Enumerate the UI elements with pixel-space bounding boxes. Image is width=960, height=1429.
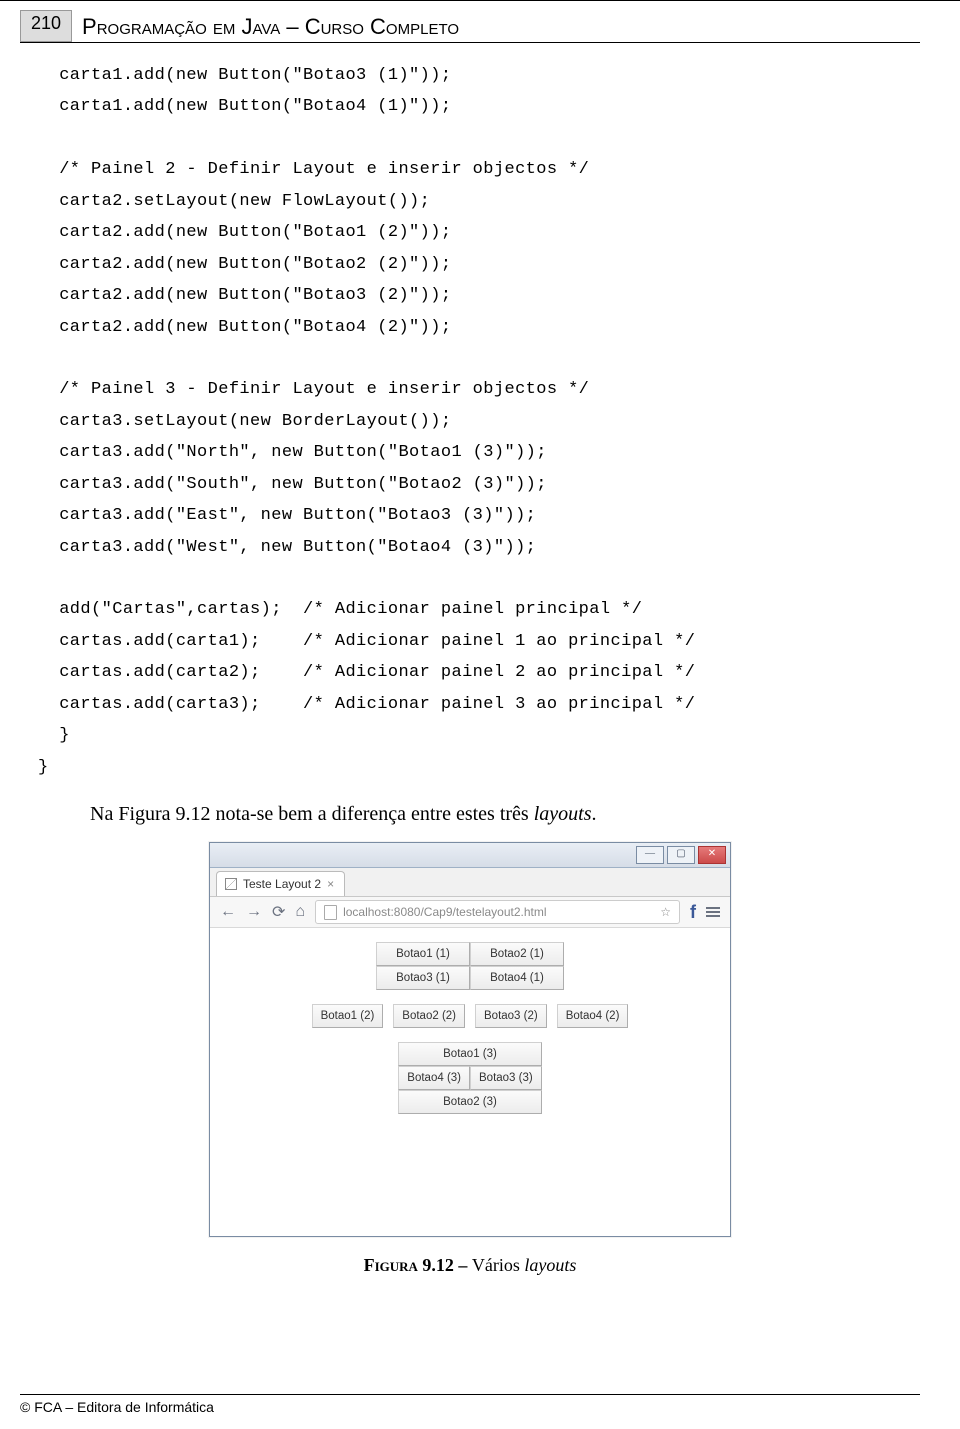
panel2-button[interactable]: Botao3 (2) (475, 1004, 547, 1028)
panel1-button[interactable]: Botao4 (1) (470, 966, 564, 990)
panel1-button[interactable]: Botao3 (1) (376, 966, 470, 990)
page-number: 210 (20, 10, 72, 42)
nav-forward-icon[interactable]: → (246, 903, 262, 921)
figure-caption: Figura 9.12 – Vários layouts (20, 1255, 920, 1276)
caption-italic: layouts (524, 1255, 576, 1275)
panel-3-border: Botao1 (3) Botao4 (3) Botao3 (3) Botao2 … (398, 1042, 541, 1114)
menu-icon[interactable] (706, 907, 720, 917)
nav-back-icon[interactable]: ← (220, 903, 236, 921)
panel3-east-button[interactable]: Botao3 (3) (470, 1066, 542, 1090)
panel3-north-button[interactable]: Botao1 (3) (398, 1042, 541, 1066)
url-text: localhost:8080/Cap9/testelayout2.html (343, 905, 546, 919)
nav-reload-icon[interactable]: ⟳ (272, 902, 285, 922)
browser-toolbar: ← → ⟳ ⌂ localhost:8080/Cap9/testelayout2… (210, 897, 730, 928)
page-icon (324, 905, 337, 920)
caption-label: Figura 9.12 – (364, 1255, 472, 1275)
facebook-icon[interactable]: f (690, 902, 696, 923)
page-footer: © FCA – Editora de Informática (20, 1394, 920, 1415)
panel-1-grid: Botao1 (1) Botao2 (1) Botao3 (1) Botao4 … (376, 942, 564, 990)
panel3-west-button[interactable]: Botao4 (3) (398, 1066, 470, 1090)
body-paragraph: Na Figura 9.12 nota-se bem a diferença e… (90, 803, 920, 826)
url-input[interactable]: localhost:8080/Cap9/testelayout2.html ☆ (315, 900, 680, 924)
window-close-button[interactable]: ✕ (698, 846, 726, 864)
panel3-south-button[interactable]: Botao2 (3) (398, 1090, 541, 1114)
panel2-button[interactable]: Botao1 (2) (312, 1004, 384, 1028)
caption-text: Vários (472, 1255, 525, 1275)
panel-2-flow: Botao1 (2) Botao2 (2) Botao3 (2) Botao4 … (312, 1004, 629, 1028)
bookmark-star-icon[interactable]: ☆ (660, 905, 671, 919)
window-titlebar: — ▢ ✕ (210, 843, 730, 868)
panel1-button[interactable]: Botao2 (1) (470, 942, 564, 966)
window-minimize-button[interactable]: — (636, 846, 664, 864)
para-post: . (592, 803, 597, 825)
tab-close-icon[interactable]: × (327, 877, 334, 891)
favicon-icon (225, 878, 237, 890)
browser-tabs: Teste Layout 2 × (210, 868, 730, 897)
browser-window: — ▢ ✕ Teste Layout 2 × ← → ⟳ ⌂ localhost… (209, 842, 731, 1237)
browser-tab[interactable]: Teste Layout 2 × (216, 871, 345, 896)
book-title: Programação em Java – Curso Completo (72, 10, 920, 42)
window-maximize-button[interactable]: ▢ (667, 846, 695, 864)
para-italic: layouts (534, 803, 592, 825)
panel2-button[interactable]: Botao4 (2) (557, 1004, 629, 1028)
page-header: 210 Programação em Java – Curso Completo (20, 10, 920, 43)
tab-title: Teste Layout 2 (243, 877, 321, 891)
panel1-button[interactable]: Botao1 (1) (376, 942, 470, 966)
code-listing: carta1.add(new Button("Botao3 (1)")); ca… (38, 60, 920, 783)
panel2-button[interactable]: Botao2 (2) (393, 1004, 465, 1028)
nav-home-icon[interactable]: ⌂ (295, 903, 305, 921)
browser-viewport: Botao1 (1) Botao2 (1) Botao3 (1) Botao4 … (210, 928, 730, 1236)
para-text: Na Figura 9.12 nota-se bem a diferença e… (90, 803, 534, 825)
